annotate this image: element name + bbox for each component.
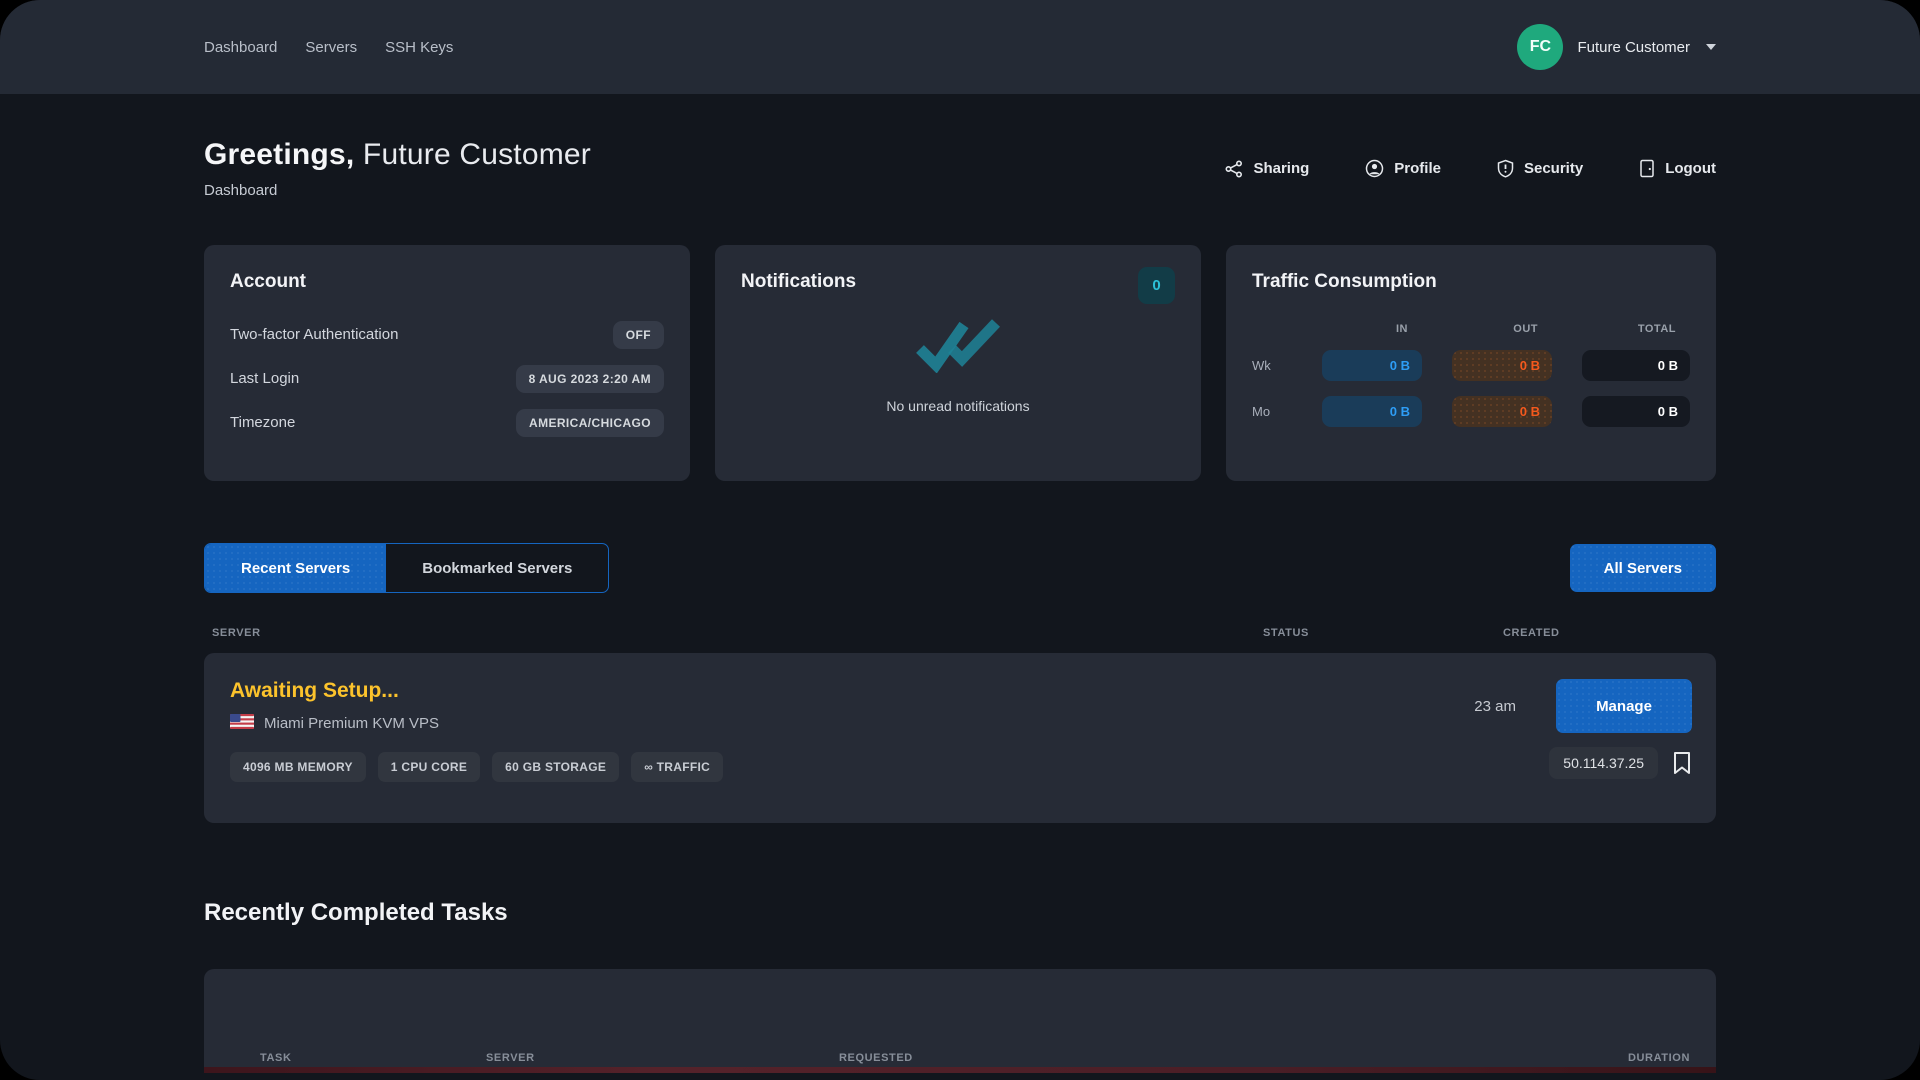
bookmark-icon[interactable] xyxy=(1672,751,1692,775)
account-card-title: Account xyxy=(230,271,664,293)
tab-recent-servers[interactable]: Recent Servers xyxy=(205,544,386,592)
profile-label: Profile xyxy=(1394,160,1441,177)
nav-item-ssh-keys[interactable]: SSH Keys xyxy=(385,39,453,56)
double-check-icon xyxy=(912,315,1004,378)
account-card: Account Two-factor Authentication OFF La… xyxy=(204,245,690,481)
notifications-count-badge: 0 xyxy=(1138,267,1175,304)
page-title: Greetings, Future Customer xyxy=(204,138,591,172)
logout-label: Logout xyxy=(1665,160,1716,177)
server-plan-label: Miami Premium KVM VPS xyxy=(264,715,439,732)
server-created-value: 23 am xyxy=(1474,698,1516,715)
tasks-col-requested: REQUESTED xyxy=(839,1052,1628,1064)
all-servers-button[interactable]: All Servers xyxy=(1570,544,1716,592)
manage-button[interactable]: Manage xyxy=(1556,679,1692,733)
traffic-week-total-value: 0 B xyxy=(1582,350,1690,381)
greeting-bold: Greetings, xyxy=(204,138,354,171)
traffic-row-week-label: Wk xyxy=(1252,358,1292,373)
storage-spec-badge: 60 GB STORAGE xyxy=(492,752,619,782)
sharing-label: Sharing xyxy=(1253,160,1309,177)
timezone-label: Timezone xyxy=(230,414,295,431)
traffic-week-out-value: 0 B xyxy=(1452,350,1552,381)
timezone-row: Timezone AMERICA/CHICAGO xyxy=(230,407,664,438)
app-window: Dashboard Servers SSH Keys FC Future Cus… xyxy=(0,0,1920,1080)
server-info: Awaiting Setup... Miami Premium KVM VPS xyxy=(230,679,723,799)
logout-button[interactable]: Logout xyxy=(1639,159,1716,178)
shield-exclamation-icon xyxy=(1497,159,1514,178)
clipped-task-row-edge xyxy=(204,1067,1716,1073)
cpu-spec-badge: 1 CPU CORE xyxy=(378,752,480,782)
traffic-col-total: TOTAL xyxy=(1582,323,1690,335)
security-button[interactable]: Security xyxy=(1497,159,1583,178)
profile-button[interactable]: Profile xyxy=(1365,159,1441,178)
traffic-week-in-value: 0 B xyxy=(1322,350,1422,381)
greeting-name: Future Customer xyxy=(363,138,591,171)
servers-tab-group: Recent Servers Bookmarked Servers xyxy=(204,543,609,593)
chevron-down-icon xyxy=(1706,44,1716,50)
tasks-col-server: SERVER xyxy=(486,1052,839,1064)
traffic-card-title: Traffic Consumption xyxy=(1252,271,1690,293)
last-login-label: Last Login xyxy=(230,370,299,387)
notifications-card-title: Notifications xyxy=(741,271,1175,293)
tasks-col-duration: DURATION xyxy=(1628,1052,1690,1064)
top-navbar: Dashboard Servers SSH Keys FC Future Cus… xyxy=(0,0,1920,94)
door-logout-icon xyxy=(1639,159,1655,178)
traffic-col-in: IN xyxy=(1322,323,1422,335)
servers-col-server: SERVER xyxy=(212,627,1263,639)
traffic-spec-badge: ∞ TRAFFIC xyxy=(631,752,723,782)
server-specs: 4096 MB MEMORY 1 CPU CORE 60 GB STORAGE … xyxy=(230,752,723,782)
server-ip-badge[interactable]: 50.114.37.25 xyxy=(1549,747,1658,779)
notifications-card: Notifications 0 No unread notifications xyxy=(715,245,1201,481)
nav-item-servers[interactable]: Servers xyxy=(305,39,357,56)
notifications-empty-text: No unread notifications xyxy=(886,398,1029,414)
servers-col-status: STATUS xyxy=(1263,627,1503,639)
two-factor-row: Two-factor Authentication OFF xyxy=(230,319,664,350)
servers-col-created: CREATED xyxy=(1503,627,1708,639)
sharing-button[interactable]: Sharing xyxy=(1225,160,1309,178)
two-factor-status-badge: OFF xyxy=(613,321,664,349)
traffic-month-out-value: 0 B xyxy=(1452,396,1552,427)
servers-table-header: SERVER STATUS CREATED xyxy=(204,627,1716,639)
server-row-actions: 23 am Manage 50.114.37.25 xyxy=(1474,679,1692,799)
memory-spec-badge: 4096 MB MEMORY xyxy=(230,752,366,782)
two-factor-label: Two-factor Authentication xyxy=(230,326,398,343)
traffic-card: Traffic Consumption IN OUT TOTAL Wk 0 B … xyxy=(1226,245,1716,481)
user-name: Future Customer xyxy=(1577,39,1690,56)
us-flag-icon xyxy=(230,714,254,733)
share-nodes-icon xyxy=(1225,160,1243,178)
server-name[interactable]: Awaiting Setup... xyxy=(230,679,723,703)
traffic-month-in-value: 0 B xyxy=(1322,396,1422,427)
tasks-table: TASK SERVER REQUESTED DURATION xyxy=(204,969,1716,1073)
avatar[interactable]: FC xyxy=(1517,24,1563,70)
server-row: Awaiting Setup... Miami Premium KVM VPS xyxy=(204,653,1716,823)
nav-item-dashboard[interactable]: Dashboard xyxy=(204,39,277,56)
nav-links: Dashboard Servers SSH Keys xyxy=(204,39,453,56)
breadcrumb: Dashboard xyxy=(204,182,591,199)
user-circle-icon xyxy=(1365,159,1384,178)
traffic-col-out: OUT xyxy=(1452,323,1552,335)
header-actions: Sharing Profile xyxy=(1225,159,1716,178)
tasks-table-header: TASK SERVER REQUESTED DURATION xyxy=(204,1052,1716,1064)
tasks-section-title: Recently Completed Tasks xyxy=(204,899,1716,927)
traffic-row-month-label: Mo xyxy=(1252,404,1292,419)
traffic-month-total-value: 0 B xyxy=(1582,396,1690,427)
tasks-col-task: TASK xyxy=(260,1052,486,1064)
last-login-row: Last Login 8 AUG 2023 2:20 AM xyxy=(230,363,664,394)
last-login-value-badge: 8 AUG 2023 2:20 AM xyxy=(516,365,664,393)
tab-bookmarked-servers[interactable]: Bookmarked Servers xyxy=(386,544,608,592)
security-label: Security xyxy=(1524,160,1583,177)
greeting-block: Greetings, Future Customer Dashboard xyxy=(204,138,591,199)
user-menu[interactable]: FC Future Customer xyxy=(1517,24,1716,70)
timezone-value-badge: AMERICA/CHICAGO xyxy=(516,409,664,437)
